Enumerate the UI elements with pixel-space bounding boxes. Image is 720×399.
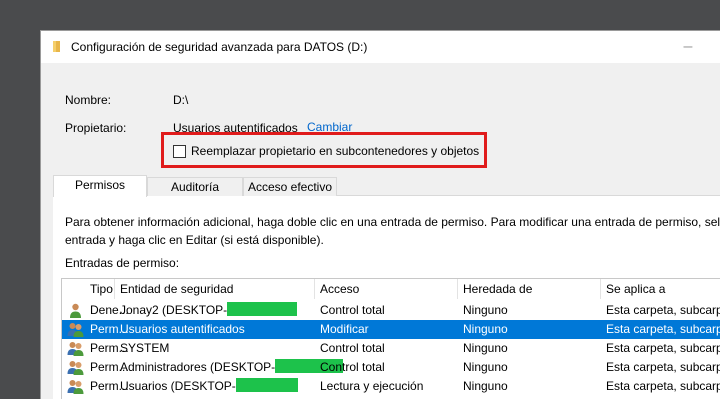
info-line-1: Para obtener información adicional, haga… xyxy=(65,215,720,229)
cell-entidad: SYSTEM xyxy=(120,339,169,358)
cell-aplica-text: Esta carpeta, subcarpe xyxy=(606,360,720,374)
cell-aplica: Esta carpeta, subcarpe xyxy=(606,377,720,396)
cell-heredada: Ninguno xyxy=(463,320,508,339)
redaction-bar xyxy=(227,302,298,316)
table-row[interactable]: Perm... Administradores (DESKTOP- Control … xyxy=(62,358,720,377)
permission-entries-label: Entradas de permiso: xyxy=(65,256,180,270)
cell-entidad: Usuarios (DESKTOP- xyxy=(120,377,298,396)
cell-aplica-text: Esta carpeta, subcarpe xyxy=(606,379,720,393)
info-line-2: entrada y haga clic en Editar (si está d… xyxy=(65,233,324,247)
cell-acceso-text: Control total xyxy=(320,360,385,374)
cell-heredada-text: Ninguno xyxy=(463,379,508,393)
tab-acceso-efectivo[interactable]: Acceso efectivo xyxy=(243,177,337,197)
cell-aplica: Esta carpeta, subcarpe xyxy=(606,301,720,320)
replace-owner-label[interactable]: Reemplazar propietario en subcontenedore… xyxy=(191,144,479,158)
group-users-icon xyxy=(67,361,84,375)
tab-auditoria[interactable]: Auditoría xyxy=(147,177,243,197)
table-row[interactable]: Perm... SYSTEM Control total Ninguno Esta ca… xyxy=(62,339,720,358)
cell-entidad-text: Jonay2 (DESKTOP- xyxy=(120,303,228,317)
minimize-button[interactable]: – xyxy=(677,36,699,58)
title-bar[interactable]: Configuración de seguridad avanzada para… xyxy=(41,31,720,63)
cell-entidad: Administradores (DESKTOP- xyxy=(120,358,344,377)
table-row[interactable]: Perm... Usuarios (DESKTOP- Lectura y ejecu… xyxy=(62,377,720,396)
column-header-aplica[interactable]: Se aplica a xyxy=(601,279,720,299)
cell-heredada: Ninguno xyxy=(463,301,508,320)
cell-aplica-text: Esta carpeta, subcarpe xyxy=(606,341,720,355)
cell-entidad-text: SYSTEM xyxy=(120,341,170,355)
cell-heredada: Ninguno xyxy=(463,377,508,396)
cell-heredada-text: Ninguno xyxy=(463,360,508,374)
cell-acceso-text: Modificar xyxy=(320,322,369,336)
name-label: Nombre: xyxy=(65,93,112,107)
cell-acceso-text: Control total xyxy=(320,341,385,355)
cell-acceso: Control total xyxy=(320,339,385,358)
advanced-security-window: Configuración de seguridad avanzada para… xyxy=(40,30,720,399)
permission-entries-table[interactable]: Tipo Entidad de seguridad Acceso Heredad… xyxy=(61,278,720,399)
cell-aplica: Esta carpeta, subcarpe xyxy=(606,320,720,339)
column-header-entidad[interactable]: Entidad de seguridad xyxy=(115,279,315,299)
cell-aplica: Esta carpeta, subcarpe xyxy=(606,358,720,377)
cell-heredada: Ninguno xyxy=(463,339,508,358)
cell-aplica-text: Esta carpeta, subcarpe xyxy=(606,303,720,317)
table-row[interactable]: Dene... Jonay2 (DESKTOP- Control total Ning… xyxy=(62,301,720,320)
cell-entidad-text: Administradores (DESKTOP- xyxy=(120,360,276,374)
cell-acceso: Lectura y ejecución xyxy=(320,377,423,396)
folder-icon xyxy=(53,41,60,52)
cell-heredada: Ninguno xyxy=(463,358,508,377)
cell-acceso: Control total xyxy=(320,301,385,320)
table-row[interactable]: Perm... Usuarios autentificados Modificar N… xyxy=(62,320,720,339)
owner-label: Propietario: xyxy=(65,121,127,135)
replace-owner-checkbox[interactable] xyxy=(173,145,186,158)
cell-entidad-text: Usuarios autentificados xyxy=(120,322,245,336)
cell-acceso: Control total xyxy=(320,358,385,377)
cell-heredada-text: Ninguno xyxy=(463,341,508,355)
cell-aplica-text: Esta carpeta, subcarpe xyxy=(606,322,720,336)
cell-entidad: Jonay2 (DESKTOP- xyxy=(120,301,298,320)
cell-entidad-text: Usuarios (DESKTOP- xyxy=(120,379,236,393)
info-text: Para obtener información adicional, haga… xyxy=(65,213,720,249)
group-users-icon xyxy=(67,380,84,394)
cell-entidad: Usuarios autentificados xyxy=(120,320,245,339)
cell-acceso: Modificar xyxy=(320,320,369,339)
single-user-icon xyxy=(70,303,81,318)
cell-heredada-text: Ninguno xyxy=(463,322,508,336)
group-users-icon xyxy=(67,342,84,356)
cell-aplica: Esta carpeta, subcarpe xyxy=(606,339,720,358)
column-header-tipo[interactable]: Tipo xyxy=(62,279,115,299)
cell-heredada-text: Ninguno xyxy=(463,303,508,317)
column-header-acceso[interactable]: Acceso xyxy=(315,279,458,299)
cell-acceso-text: Lectura y ejecución xyxy=(320,379,424,393)
group-users-icon xyxy=(67,323,84,337)
window-title: Configuración de seguridad avanzada para… xyxy=(71,40,368,54)
cell-acceso-text: Control total xyxy=(320,303,385,317)
column-header-heredada[interactable]: Heredada de xyxy=(458,279,601,299)
name-value: D:\ xyxy=(173,93,189,107)
redaction-bar xyxy=(235,378,298,392)
tab-permisos[interactable]: Permisos xyxy=(53,175,147,197)
